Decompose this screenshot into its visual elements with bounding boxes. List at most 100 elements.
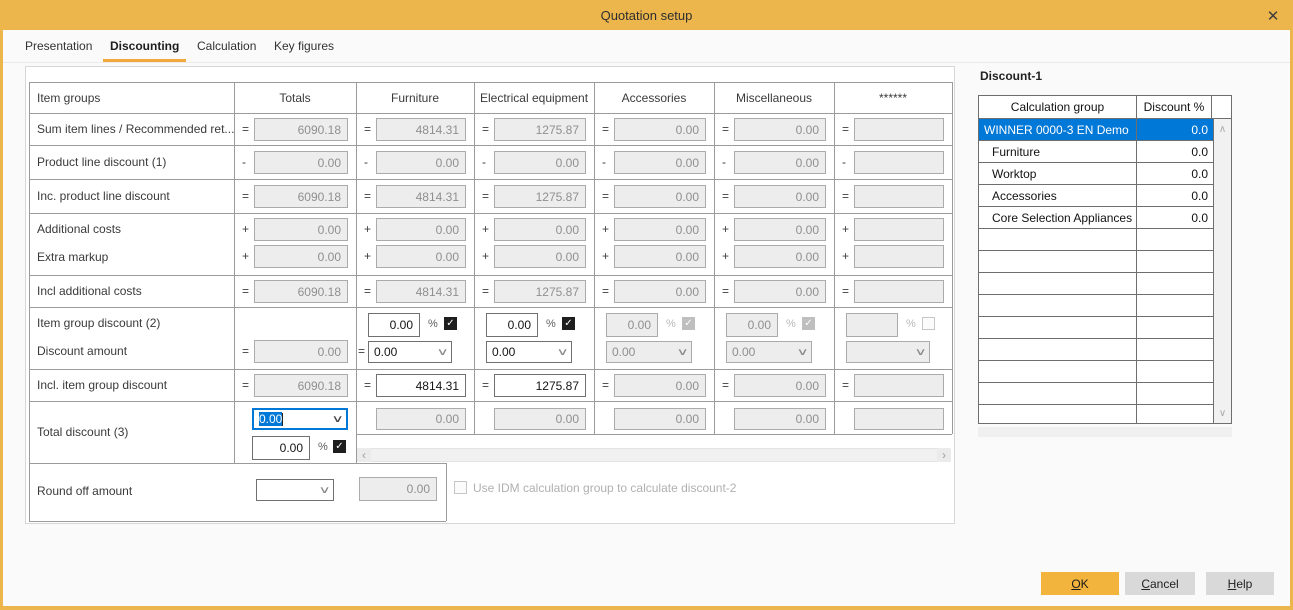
percent-label: % xyxy=(906,318,916,330)
discount-percent-value xyxy=(1137,339,1214,360)
calculation-group-row-empty[interactable] xyxy=(979,295,1214,317)
calculation-group-name: Accessories xyxy=(979,185,1137,206)
incl-additional-costs-electrical-equipment-input: 1275.87 xyxy=(494,280,586,303)
scroll-down-icon[interactable]: ∨ xyxy=(1214,406,1231,420)
operator-sign: + xyxy=(364,249,372,263)
cancel-button[interactable]: Cancel xyxy=(1125,572,1195,595)
panel-bottom-strip xyxy=(978,427,1232,437)
row-label-product-line-discount: Product line discount (1) xyxy=(37,155,167,169)
incl-item-group-discount-electrical-equipment-input[interactable]: 1275.87 xyxy=(494,374,586,397)
total-discount-totals-percent-input[interactable]: 0.00 xyxy=(252,436,310,460)
tab-calculation[interactable]: Calculation xyxy=(190,34,263,59)
item-group-discount-asterisks-percent-input xyxy=(846,313,898,337)
calculation-group-row-empty[interactable] xyxy=(979,383,1214,405)
inc-product-line-discount-furniture-input: 4814.31 xyxy=(376,185,466,208)
discount-percent-value xyxy=(1137,361,1214,382)
calculation-group-row-empty[interactable] xyxy=(979,229,1214,251)
tab-discounting[interactable]: Discounting xyxy=(103,34,187,62)
divider xyxy=(834,82,835,434)
calculation-group-row-empty[interactable] xyxy=(979,361,1214,383)
help-button[interactable]: Help xyxy=(1206,572,1274,595)
tab-key-figures[interactable]: Key figures xyxy=(267,34,341,59)
incl-item-group-discount-accessories-input: 0.00 xyxy=(614,374,706,397)
product-line-discount-furniture-input: 0.00 xyxy=(376,151,466,174)
column-header-accessories: Accessories xyxy=(621,91,687,105)
round-off-amount-input: 0.00 xyxy=(359,477,437,501)
column-header-electrical-equipment: Electrical equipment xyxy=(479,91,589,105)
sum-item-lines-accessories-input: 0.00 xyxy=(614,118,706,141)
item-group-discount-furniture-dropdown[interactable]: 0.00 ∨ xyxy=(368,341,452,363)
calculation-group-row-empty[interactable] xyxy=(979,339,1214,361)
close-icon[interactable]: ✕ xyxy=(1264,7,1282,25)
item-group-discount-electrical-equipment-percent-checkbox[interactable]: ✓ xyxy=(562,317,575,330)
horizontal-scrollbar[interactable] xyxy=(357,448,951,462)
operator-sign: + xyxy=(482,249,490,263)
column-header-asterisks: ****** xyxy=(878,91,908,105)
operator-sign: = xyxy=(722,284,730,298)
item-group-discount-furniture-percent-input[interactable]: 0.00 xyxy=(368,313,420,337)
inc-product-line-discount-totals-input: 6090.18 xyxy=(254,185,348,208)
inc-product-line-discount-accessories-input: 0.00 xyxy=(614,185,706,208)
divider xyxy=(29,213,952,214)
column-header-miscellaneous: Miscellaneous xyxy=(735,91,813,105)
row-label-item-group-discount-2: Discount amount xyxy=(37,344,128,358)
total-discount-electrical-equipment-input: 0.00 xyxy=(494,408,586,430)
vertical-scrollbar[interactable]: ∧ ∨ xyxy=(1213,119,1231,423)
additional-costs-electrical-equipment-input-2: 0.00 xyxy=(494,245,586,268)
calculation-group-row-empty[interactable] xyxy=(979,405,1214,423)
operator-sign: - xyxy=(482,155,486,169)
operator-sign: - xyxy=(842,155,846,169)
scroll-up-icon[interactable]: ∧ xyxy=(1214,122,1231,136)
divider xyxy=(952,82,953,434)
scroll-right-icon[interactable]: › xyxy=(937,448,951,462)
item-group-discount-furniture-percent-checkbox[interactable]: ✓ xyxy=(444,317,457,330)
item-group-discount-electrical-equipment-dropdown-value: 0.00 xyxy=(492,345,516,359)
calculation-group-row[interactable]: WINNER 0000-3 EN Demo 0.0 xyxy=(979,119,1214,141)
calculation-group-row-empty[interactable] xyxy=(979,273,1214,295)
discount-percent-value xyxy=(1137,295,1214,316)
divider xyxy=(29,275,952,276)
discount-percent-value xyxy=(1137,383,1214,404)
calculation-group-name xyxy=(979,317,1137,338)
discount-percent-value xyxy=(1137,229,1214,250)
item-group-discount-asterisks-dropdown: ∨ xyxy=(846,341,930,363)
item-group-discount-accessories-percent-input: 0.00 xyxy=(606,313,658,337)
total-discount-totals-dropdown-value: 0.00 xyxy=(259,411,284,427)
incl-item-group-discount-furniture-input[interactable]: 4814.31 xyxy=(376,374,466,397)
chevron-down-icon: ∨ xyxy=(676,346,689,358)
tab-presentation[interactable]: Presentation xyxy=(18,34,99,59)
calculation-group-row[interactable]: Accessories 0.0 xyxy=(979,185,1214,207)
item-group-discount-electrical-equipment-percent-input[interactable]: 0.00 xyxy=(486,313,538,337)
discount-percent-value: 0.0 xyxy=(1191,188,1208,203)
calculation-group-row-empty[interactable] xyxy=(979,251,1214,273)
operator-sign: = xyxy=(242,284,250,298)
chevron-down-icon: ∨ xyxy=(556,346,569,358)
operator-sign: = xyxy=(842,122,850,136)
ok-button[interactable]: OK xyxy=(1041,572,1119,595)
calculation-group-row-empty[interactable] xyxy=(979,317,1214,339)
item-group-discount-asterisks-percent-checkbox xyxy=(922,317,935,330)
discount-percent-value: 0.0 xyxy=(1191,122,1208,137)
additional-costs-furniture-input-2: 0.00 xyxy=(376,245,466,268)
item-group-discount-electrical-equipment-dropdown[interactable]: 0.00 ∨ xyxy=(486,341,572,363)
operator-sign: = xyxy=(242,344,250,358)
calculation-group-row[interactable]: Furniture 0.0 xyxy=(979,141,1214,163)
total-discount-totals-dropdown[interactable]: 0.00 ∨ xyxy=(252,408,348,430)
discount-1-title: Discount-1 xyxy=(980,69,1043,83)
operator-sign: = xyxy=(602,122,610,136)
round-off-dropdown[interactable]: ∨ xyxy=(256,479,334,501)
scroll-left-icon[interactable]: ‹ xyxy=(357,448,371,462)
additional-costs-accessories-input-2: 0.00 xyxy=(614,245,706,268)
cancel-button-label: Cancel xyxy=(1141,576,1179,591)
divider xyxy=(29,82,30,521)
inc-product-line-discount-asterisks-input xyxy=(854,185,944,208)
calculation-group-row[interactable]: Core Selection Appliances 0.0 xyxy=(979,207,1214,229)
operator-sign: = xyxy=(602,189,610,203)
calculation-group-row[interactable]: Worktop 0.0 xyxy=(979,163,1214,185)
chevron-down-icon: ∨ xyxy=(436,346,449,358)
operator-sign: = xyxy=(842,284,850,298)
operator-sign: = xyxy=(482,189,490,203)
discount-percent-value xyxy=(1137,405,1214,423)
total-discount-totals-percent-checkbox[interactable]: ✓ xyxy=(333,440,346,453)
table-body: WINNER 0000-3 EN Demo 0.0 Furniture 0.0 Work… xyxy=(979,119,1214,423)
